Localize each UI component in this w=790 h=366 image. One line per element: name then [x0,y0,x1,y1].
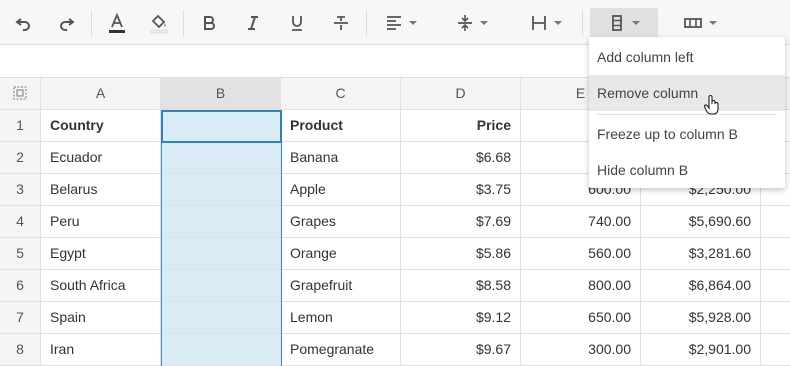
table-cell[interactable] [761,270,790,302]
table-cell[interactable]: Price [401,110,521,142]
row-header[interactable]: 5 [0,238,41,270]
table-cell[interactable]: Orange [281,238,401,270]
menu-divider [597,114,777,115]
table-cell[interactable]: 800.00 [521,270,641,302]
add-column-left-item[interactable]: Add column left [589,39,785,75]
table-cell[interactable]: Spain [41,302,161,334]
hand-cursor-icon [703,94,721,119]
table-cell[interactable]: $5,690.60 [641,206,761,238]
table-cell[interactable]: $3.75 [401,174,521,206]
table-cell[interactable]: $7.69 [401,206,521,238]
row-header[interactable]: 6 [0,270,41,302]
table-cell[interactable] [161,270,281,302]
table-cell[interactable]: Pomegranate [281,334,401,366]
table-cell[interactable] [761,334,790,366]
undo-icon[interactable] [10,8,36,38]
toolbar-divider [91,10,92,36]
table-cell[interactable]: Product [281,110,401,142]
table-cell[interactable]: Grapefruit [281,270,401,302]
row-height-icon[interactable] [524,8,568,38]
table-cell[interactable] [761,238,790,270]
table-cell[interactable] [161,302,281,334]
column-header[interactable]: A [41,78,161,110]
select-all-icon[interactable] [0,78,41,110]
table-cell[interactable]: 740.00 [521,206,641,238]
row-header[interactable]: 8 [0,334,41,366]
table-cell[interactable]: $8.58 [401,270,521,302]
table-cell[interactable] [761,206,790,238]
column-header[interactable]: C [281,78,401,110]
redo-icon[interactable] [54,8,80,38]
row-header[interactable]: 7 [0,302,41,334]
table-cell[interactable]: 560.00 [521,238,641,270]
row-icon[interactable] [676,8,724,38]
table-cell[interactable] [161,238,281,270]
table-cell[interactable] [761,302,790,334]
table-cell[interactable]: Apple [281,174,401,206]
column-menu: Add column left Remove column Freeze up … [589,37,785,188]
table-cell[interactable]: Lemon [281,302,401,334]
row-header[interactable]: 1 [0,110,41,142]
column-header[interactable]: D [401,78,521,110]
strikethrough-icon[interactable] [329,8,353,38]
table-cell[interactable]: Banana [281,142,401,174]
table-cell[interactable] [161,206,281,238]
toolbar-divider [183,10,184,36]
table-cell[interactable]: $9.67 [401,334,521,366]
table-cell[interactable]: Egypt [41,238,161,270]
italic-icon[interactable] [241,8,265,38]
bold-icon[interactable] [197,8,221,38]
column-icon[interactable] [590,8,658,38]
table-cell[interactable]: $5.86 [401,238,521,270]
align-icon[interactable] [379,8,423,38]
table-cell[interactable]: $6,864.00 [641,270,761,302]
freeze-column-item[interactable]: Freeze up to column B [589,116,785,152]
column-header[interactable]: B [161,78,281,110]
table-cell[interactable]: $5,928.00 [641,302,761,334]
vertical-align-icon[interactable] [450,8,494,38]
row-header[interactable]: 2 [0,142,41,174]
table-cell[interactable] [161,334,281,366]
table-cell[interactable]: $9.12 [401,302,521,334]
row-header[interactable]: 3 [0,174,41,206]
table-cell[interactable]: Iran [41,334,161,366]
table-cell[interactable] [161,142,281,174]
hide-column-item[interactable]: Hide column B [589,152,785,188]
table-cell[interactable]: Peru [41,206,161,238]
fill-color-icon[interactable] [146,8,172,38]
remove-column-item[interactable]: Remove column [589,75,785,111]
table-cell[interactable]: South Africa [41,270,161,302]
row-header[interactable]: 4 [0,206,41,238]
table-cell[interactable] [161,174,281,206]
table-cell[interactable]: $2,901.00 [641,334,761,366]
table-cell[interactable]: Belarus [41,174,161,206]
text-color-icon[interactable] [104,8,130,38]
toolbar-divider [366,10,367,36]
toolbar-divider [582,10,583,36]
table-cell[interactable] [161,110,281,142]
table-cell[interactable]: Country [41,110,161,142]
table-cell[interactable]: $6.68 [401,142,521,174]
table-cell[interactable]: 300.00 [521,334,641,366]
table-cell[interactable]: Ecuador [41,142,161,174]
table-cell[interactable]: 650.00 [521,302,641,334]
table-cell[interactable]: Grapes [281,206,401,238]
table-cell[interactable]: $3,281.60 [641,238,761,270]
underline-icon[interactable] [285,8,309,38]
